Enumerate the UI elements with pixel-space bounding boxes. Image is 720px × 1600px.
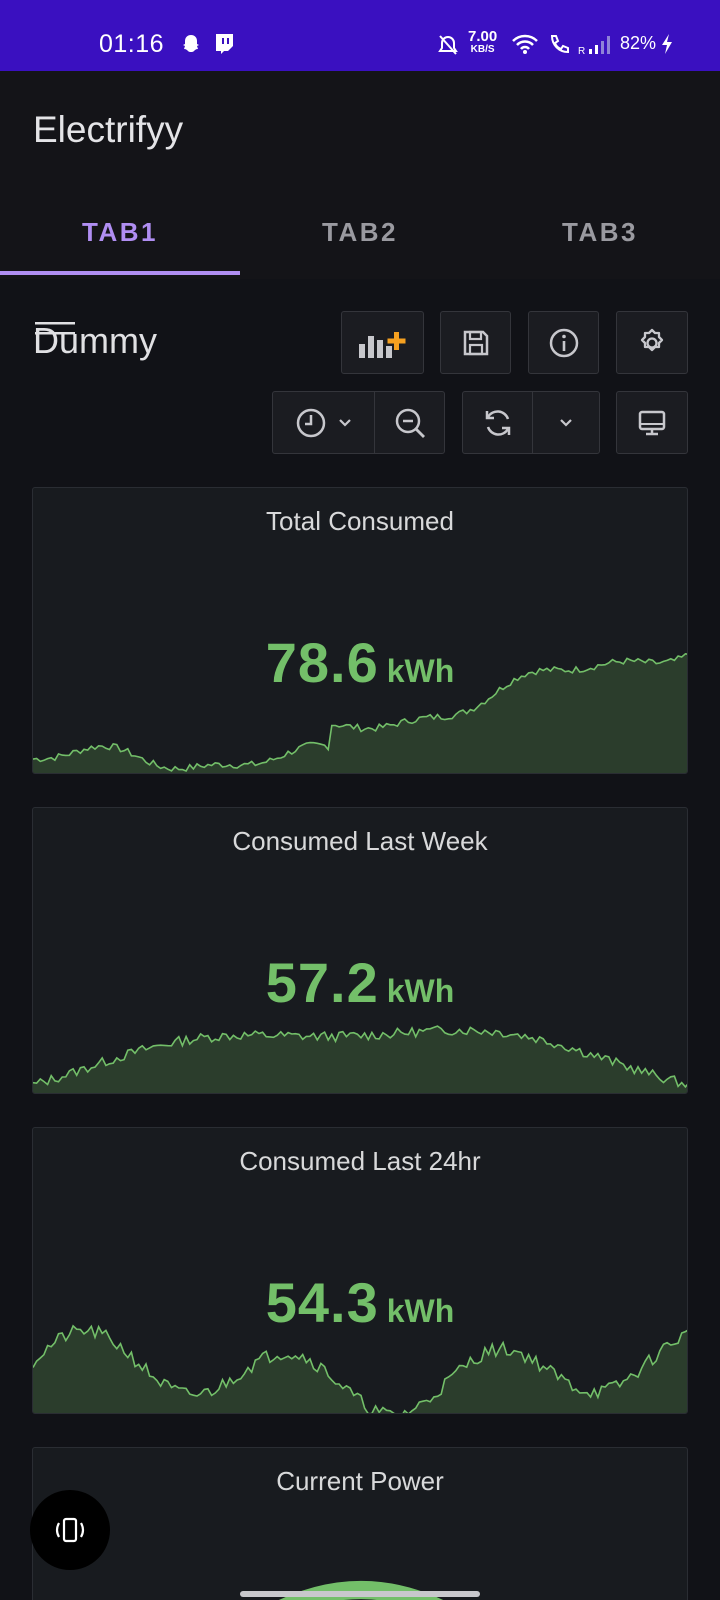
tab-3[interactable]: TAB3 [480, 181, 720, 279]
stat-value: 57.2 kWh [265, 951, 455, 1014]
network-speed: 7.00 KB/S [468, 28, 498, 55]
tab-1[interactable]: TAB1 [0, 181, 240, 279]
rotate-phone-icon [55, 1517, 85, 1543]
add-panel-icon [358, 331, 405, 358]
snapchat-icon [183, 35, 199, 52]
menu-icon[interactable] [35, 322, 77, 348]
clock-icon [296, 408, 325, 437]
settings-icon [640, 328, 664, 351]
status-bar: 01:16 7.00 KB/S R 82% [0, 0, 720, 71]
app-bar: Electrifyy [0, 71, 720, 181]
panel-consumed-last-week[interactable]: Consumed Last Week 57.2 kWh [32, 807, 688, 1094]
app-title: Electrifyy [33, 109, 184, 150]
battery-percent: 82% [620, 33, 657, 53]
add-panel-button[interactable] [341, 311, 424, 374]
tv-mode-icon [638, 410, 666, 435]
gesture-bar [240, 1591, 480, 1597]
chevron-down-icon [560, 418, 572, 427]
panel-consumed-last-24hr[interactable]: Consumed Last 24hr 54.3 kWh [32, 1127, 688, 1414]
rotate-screen-button[interactable] [30, 1490, 110, 1570]
twitch-icon [216, 34, 233, 54]
save-dashboard-button[interactable] [440, 311, 511, 374]
status-time: 01:16 [99, 30, 165, 58]
time-picker-button[interactable] [272, 391, 375, 454]
dashboard-info-button[interactable] [528, 311, 599, 374]
panel-title: Current Power [276, 1466, 444, 1496]
wifi-call-icon [550, 35, 569, 54]
panel-current-power[interactable]: Current Power [32, 1447, 688, 1600]
refresh-button[interactable] [462, 391, 533, 454]
dashboard-settings-button[interactable] [616, 311, 688, 374]
chevron-down-icon [338, 418, 351, 427]
stat-value: 54.3 kWh [265, 1271, 455, 1334]
panel-total-consumed[interactable]: Total Consumed 78.6 kWh [32, 487, 688, 774]
tab-2[interactable]: TAB2 [240, 181, 480, 279]
wifi-icon [512, 34, 538, 54]
stat-value: 78.6 kWh [265, 631, 455, 694]
refresh-interval-button[interactable] [532, 391, 600, 454]
charging-icon [662, 34, 672, 54]
refresh-icon [485, 409, 510, 436]
zoom-out-button[interactable] [374, 391, 445, 454]
svg-text:R: R [578, 46, 585, 56]
signal-icon: R [578, 36, 610, 56]
info-icon [549, 328, 578, 357]
tab-bar: TAB1 TAB2 TAB3 [0, 181, 720, 279]
zoom-out-icon [395, 408, 425, 438]
tv-mode-button[interactable] [616, 391, 688, 454]
bell-off-icon [438, 35, 458, 55]
save-icon [463, 330, 488, 355]
